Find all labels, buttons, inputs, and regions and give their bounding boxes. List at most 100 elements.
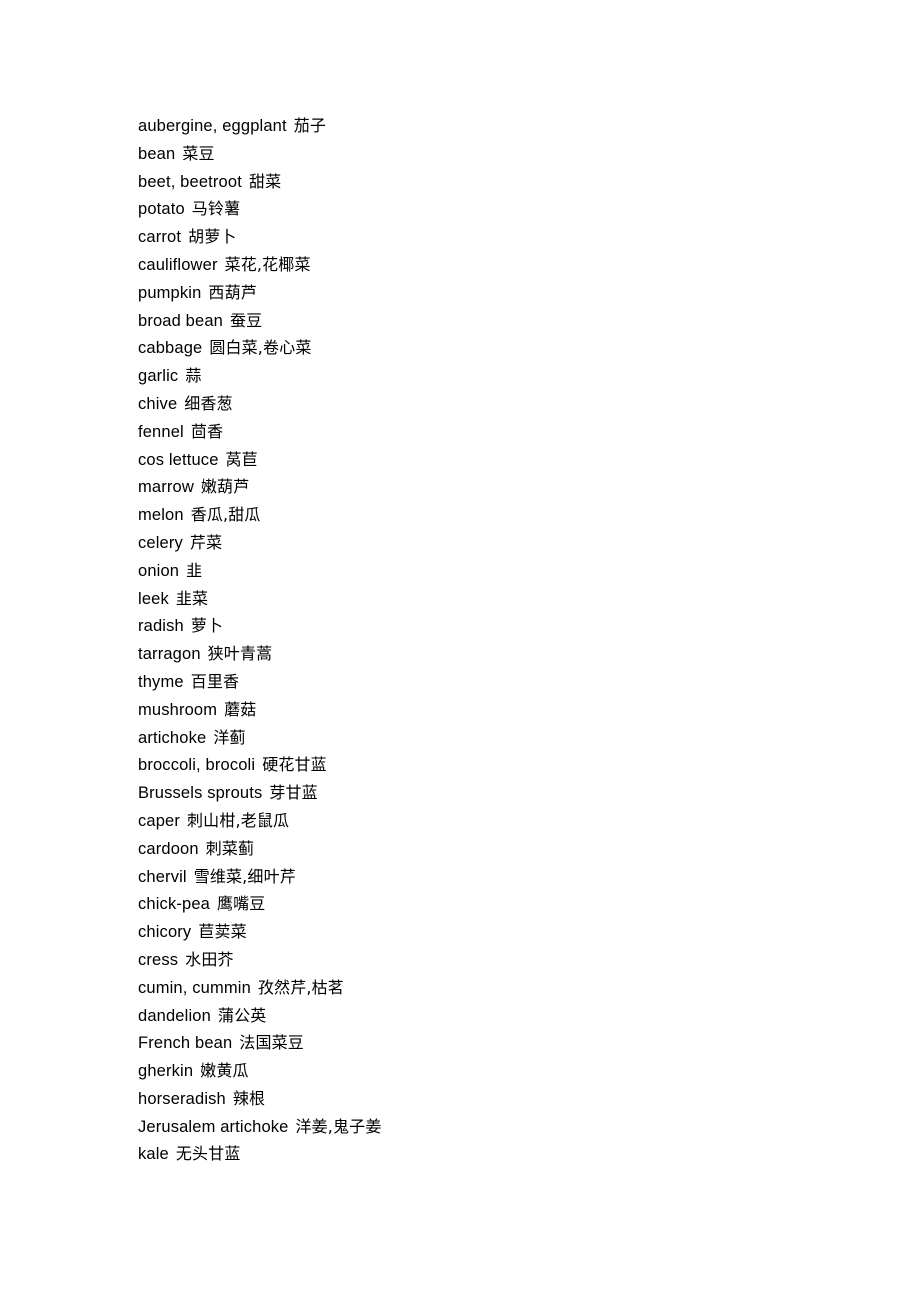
glossary-entry: garlic 蒜 [138,362,838,390]
glossary-translation: 百里香 [190,671,240,691]
glossary-term: cabbage [138,339,203,358]
glossary-translation: 孜然芹,枯茗 [257,977,344,997]
glossary-translation: 鹰嘴豆 [216,894,266,914]
glossary-translation: 马铃薯 [191,199,241,219]
glossary-entry: mushroom 蘑菇 [138,696,838,724]
glossary-entry: potato 马铃薯 [138,195,838,223]
glossary-term: dandelion [138,1006,211,1025]
glossary-term: tarragon [138,645,201,664]
glossary-entry: pumpkin 西葫芦 [138,279,838,307]
glossary-translation: 苣荬菜 [198,922,247,942]
glossary-translation: 狭叶青蒿 [207,644,273,664]
glossary-translation: 茴香 [190,421,224,441]
glossary-term: cress [138,950,179,969]
glossary-translation: 刺山柑,老鼠瓜 [187,810,290,830]
glossary-term: kale [138,1145,169,1164]
glossary-translation: 茄子 [293,116,327,135]
glossary-entry: tarragon 狭叶青蒿 [138,640,838,668]
glossary-term: celery [138,533,183,552]
glossary-entry: chive 细香葱 [138,390,838,418]
glossary-translation: 嫩葫芦 [200,477,250,497]
glossary-translation: 香瓜,甜瓜 [190,505,261,525]
glossary-entry: French bean 法国菜豆 [138,1029,838,1057]
glossary-term: mushroom [138,700,218,719]
glossary-translation: 雪维菜,细叶芹 [193,866,296,886]
glossary-entry: cabbage 圆白菜,卷心菜 [138,334,838,362]
glossary-term: chicory [138,923,192,942]
glossary-term: carrot [138,228,182,247]
glossary-term: broccoli, brocoli [138,756,256,775]
glossary-translation: 菜花,花椰菜 [224,254,311,274]
glossary-term: caper [138,811,181,830]
glossary-term: artichoke [138,728,207,747]
glossary-entry: melon 香瓜,甜瓜 [138,501,838,529]
glossary-entry: cauliflower 菜花,花椰菜 [138,251,838,279]
glossary-term: cos lettuce [138,450,219,469]
glossary-term: cauliflower [138,255,218,274]
glossary-entry: radish 萝卜 [138,612,838,640]
glossary-term: marrow [138,478,194,497]
glossary-entry: cumin, cummin 孜然芹,枯茗 [138,974,838,1002]
glossary-entry: broccoli, brocoli 硬花甘蓝 [138,751,838,779]
glossary-term: chick-pea [138,895,210,914]
glossary-translation: 菜豆 [182,143,215,163]
glossary-translation: 无头甘蓝 [175,1144,241,1164]
glossary-term: chive [138,394,178,413]
glossary-term: garlic [138,367,179,386]
glossary-term: aubergine, eggplant [138,117,287,135]
glossary-translation: 洋蓟 [213,727,246,747]
document-page: aubergine, eggplant 茄子 bean 菜豆 beet, beetroo… [0,0,920,1302]
glossary-translation: 莴苣 [225,449,258,469]
glossary-translation: 韭 [186,560,203,580]
glossary-entry: cress 水田芥 [138,946,838,974]
glossary-term: fennel [138,422,184,441]
glossary-term: cardoon [138,839,199,858]
glossary-translation: 法国菜豆 [239,1033,304,1053]
glossary-entry: chick-pea 鹰嘴豆 [138,890,838,918]
glossary-translation: 西葫芦 [208,282,257,302]
glossary-term: potato [138,200,185,219]
vegetable-glossary-list: aubergine, eggplant 茄子 bean 菜豆 beet, beetroo… [138,112,838,1168]
glossary-translation: 韭菜 [175,588,209,608]
glossary-entry: chicory 苣荬菜 [138,918,838,946]
glossary-entry: dandelion 蒲公英 [138,1002,838,1030]
glossary-entry: cardoon 刺菜蓟 [138,835,838,863]
glossary-term: chervil [138,867,187,886]
glossary-entry: chervil 雪维菜,细叶芹 [138,863,838,891]
glossary-translation: 蒲公英 [217,1005,267,1025]
glossary-term: gherkin [138,1062,194,1081]
glossary-translation: 细香葱 [184,393,233,413]
glossary-entry: fennel 茴香 [138,418,838,446]
glossary-entry: gherkin 嫩黄瓜 [138,1057,838,1085]
glossary-entry: broad bean 蚕豆 [138,307,838,335]
glossary-translation: 硬花甘蓝 [262,755,327,775]
glossary-entry: onion 韭 [138,557,838,585]
glossary-term: Brussels sprouts [138,784,263,803]
glossary-translation: 嫩黄瓜 [200,1061,249,1081]
glossary-entry: beet, beetroot 甜菜 [138,168,838,196]
glossary-entry: aubergine, eggplant 茄子 [138,112,838,140]
glossary-term: Jerusalem artichoke [138,1117,289,1136]
glossary-entry: kale 无头甘蓝 [138,1140,838,1168]
glossary-translation: 水田芥 [185,949,234,969]
glossary-entry: carrot 胡萝卜 [138,223,838,251]
glossary-term: cumin, cummin [138,978,251,997]
glossary-entry: celery 芹菜 [138,529,838,557]
glossary-translation: 萝卜 [190,616,224,636]
glossary-term: radish [138,617,184,636]
glossary-term: French bean [138,1034,233,1053]
glossary-entry: marrow 嫩葫芦 [138,473,838,501]
glossary-translation: 甜菜 [248,171,282,191]
glossary-term: melon [138,506,184,525]
glossary-term: broad bean [138,311,223,330]
glossary-translation: 辣根 [232,1088,266,1108]
glossary-translation: 洋姜,鬼子姜 [295,1116,382,1136]
glossary-translation: 胡萝卜 [188,227,237,247]
glossary-translation: 圆白菜,卷心菜 [209,338,312,358]
glossary-entry: Brussels sprouts 芽甘蓝 [138,779,838,807]
glossary-entry: cos lettuce 莴苣 [138,446,838,474]
glossary-translation: 芽甘蓝 [269,783,318,803]
glossary-translation: 蒜 [185,366,202,386]
glossary-term: bean [138,144,176,163]
glossary-entry: Jerusalem artichoke 洋姜,鬼子姜 [138,1113,838,1141]
